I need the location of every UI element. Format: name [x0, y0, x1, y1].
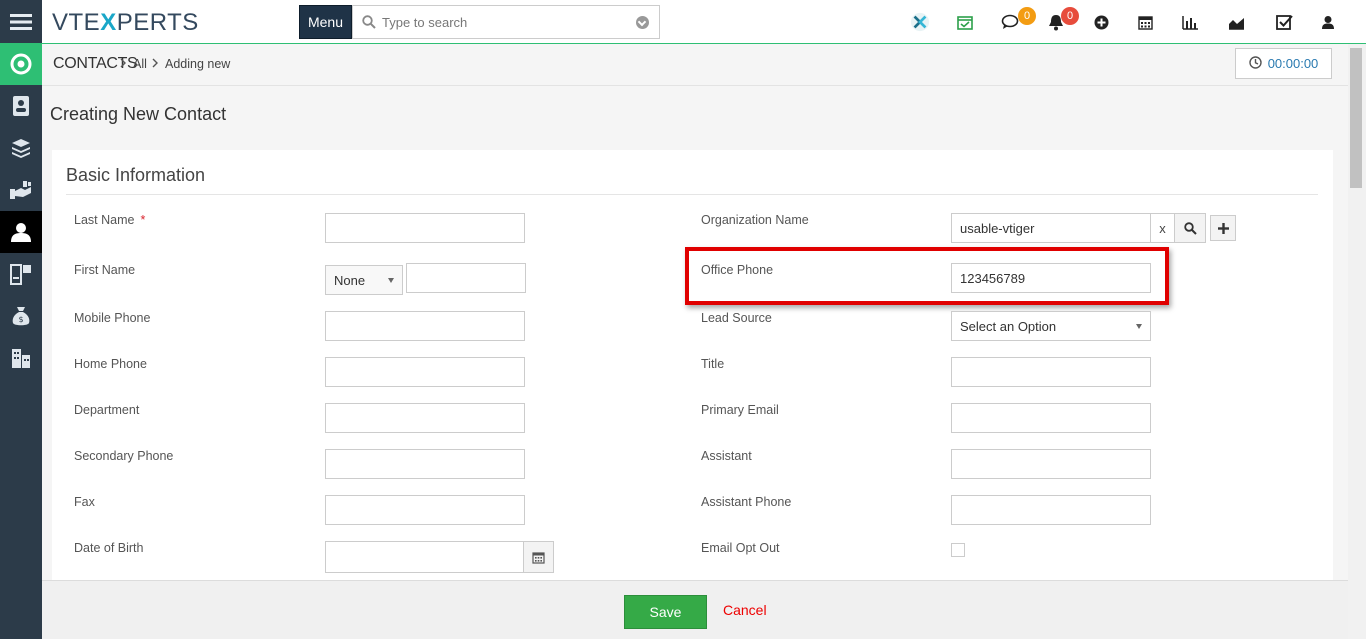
secondary-phone-label: Secondary Phone [74, 449, 174, 463]
search-input[interactable] [382, 12, 632, 32]
projects-board-icon[interactable] [0, 253, 42, 295]
organizations-building-icon[interactable] [0, 337, 42, 379]
contacts-person-icon[interactable] [0, 211, 42, 253]
chat-icon[interactable] [1000, 12, 1020, 32]
home-icon[interactable] [0, 43, 42, 85]
search-icon [362, 15, 376, 32]
assistant-phone-label: Assistant Phone [701, 495, 792, 509]
salutation-select[interactable]: None [325, 265, 403, 295]
mobile-phone-input[interactable] [325, 311, 525, 341]
page-scrollbar[interactable] [1348, 44, 1366, 639]
chat-badge: 0 [1018, 7, 1036, 25]
scrollbar-thumb[interactable] [1350, 48, 1362, 188]
first-name-input[interactable] [406, 263, 526, 293]
hamburger-menu-icon[interactable] [0, 0, 42, 43]
last-name-label: Last Name * [74, 213, 146, 227]
support-handshake-icon[interactable] [0, 169, 42, 211]
date-of-birth-label: Date of Birth [74, 541, 144, 555]
organization-name-input[interactable]: usable-vtiger [951, 213, 1151, 243]
add-organization-plus-icon[interactable] [1210, 215, 1236, 241]
left-rail: $ [0, 0, 42, 639]
title-input[interactable] [951, 357, 1151, 387]
svg-text:$: $ [18, 315, 23, 324]
organization-search-icon[interactable] [1174, 213, 1206, 243]
organization-name-label: Organization Name [701, 213, 809, 227]
title-label: Title [701, 357, 725, 371]
notification-badge: 0 [1061, 7, 1079, 25]
email-opt-out-label: Email Opt Out [701, 541, 780, 555]
timer-button[interactable]: 00:00:00 [1235, 48, 1332, 79]
section-divider [66, 194, 1318, 195]
cancel-link[interactable]: Cancel [723, 602, 767, 618]
breadcrumb-separator-icon [152, 57, 159, 71]
primary-email-input[interactable] [951, 403, 1151, 433]
required-asterisk: * [140, 213, 146, 227]
user-profile-icon[interactable] [1318, 12, 1338, 32]
assistant-input[interactable] [951, 449, 1151, 479]
breadcrumb: CONTACTS All Adding new 00:00:00 [42, 44, 1348, 86]
secondary-phone-input[interactable] [325, 449, 525, 479]
vtexperts-x-icon[interactable] [910, 12, 930, 32]
search-options-chevron-icon[interactable] [636, 16, 649, 29]
last-name-input[interactable] [325, 213, 525, 243]
breadcrumb-separator-icon [120, 57, 127, 71]
section-title: Basic Information [66, 165, 206, 185]
calendar-icon[interactable] [1135, 12, 1155, 32]
marketing-contact-card-icon[interactable] [0, 85, 42, 127]
calendar-check-icon[interactable] [955, 12, 975, 32]
caret-down-icon [388, 277, 394, 283]
breadcrumb-current: Adding new [165, 57, 231, 71]
save-button[interactable]: Save [624, 595, 707, 629]
department-input[interactable] [325, 403, 525, 433]
mobile-phone-label: Mobile Phone [74, 311, 151, 325]
global-search [352, 5, 660, 39]
home-phone-input[interactable] [325, 357, 525, 387]
salutation-value: None [334, 272, 366, 288]
assistant-label: Assistant [701, 449, 752, 463]
clock-icon [1248, 55, 1262, 72]
menu-button[interactable]: Menu [299, 5, 352, 39]
vtexperts-logo: VTEXPERTS [52, 9, 199, 36]
sales-money-bag-icon[interactable]: $ [0, 295, 42, 337]
department-label: Department [74, 403, 140, 417]
inventory-boxes-icon[interactable] [0, 127, 42, 169]
reports-bar-chart-icon[interactable] [1180, 12, 1200, 32]
top-bar: VTEXPERTS Menu 0 0 [42, 0, 1366, 44]
form-footer: Save Cancel [42, 580, 1348, 639]
home-phone-label: Home Phone [74, 357, 147, 371]
date-picker-calendar-icon[interactable] [523, 541, 554, 573]
tasks-checkbox-icon[interactable] [1274, 12, 1294, 32]
fax-label: Fax [74, 495, 95, 509]
area-chart-icon[interactable] [1226, 12, 1246, 32]
timer-value: 00:00:00 [1267, 56, 1319, 71]
lead-source-label: Lead Source [701, 311, 772, 325]
lead-source-value: Select an Option [960, 318, 1057, 334]
office-phone-highlight-box [685, 247, 1169, 305]
lead-source-select[interactable]: Select an Option [951, 311, 1151, 341]
first-name-label: First Name [74, 263, 136, 277]
clear-organization-button[interactable]: x [1150, 213, 1175, 243]
quick-create-plus-icon[interactable] [1091, 12, 1111, 32]
fax-input[interactable] [325, 495, 525, 525]
assistant-phone-input[interactable] [951, 495, 1151, 525]
caret-down-icon [1136, 323, 1142, 329]
page-title: Creating New Contact [50, 104, 227, 124]
breadcrumb-filter-all[interactable]: All [133, 57, 147, 71]
date-of-birth-input[interactable] [325, 541, 524, 573]
email-opt-out-checkbox[interactable] [951, 543, 965, 557]
primary-email-label: Primary Email [701, 403, 779, 417]
